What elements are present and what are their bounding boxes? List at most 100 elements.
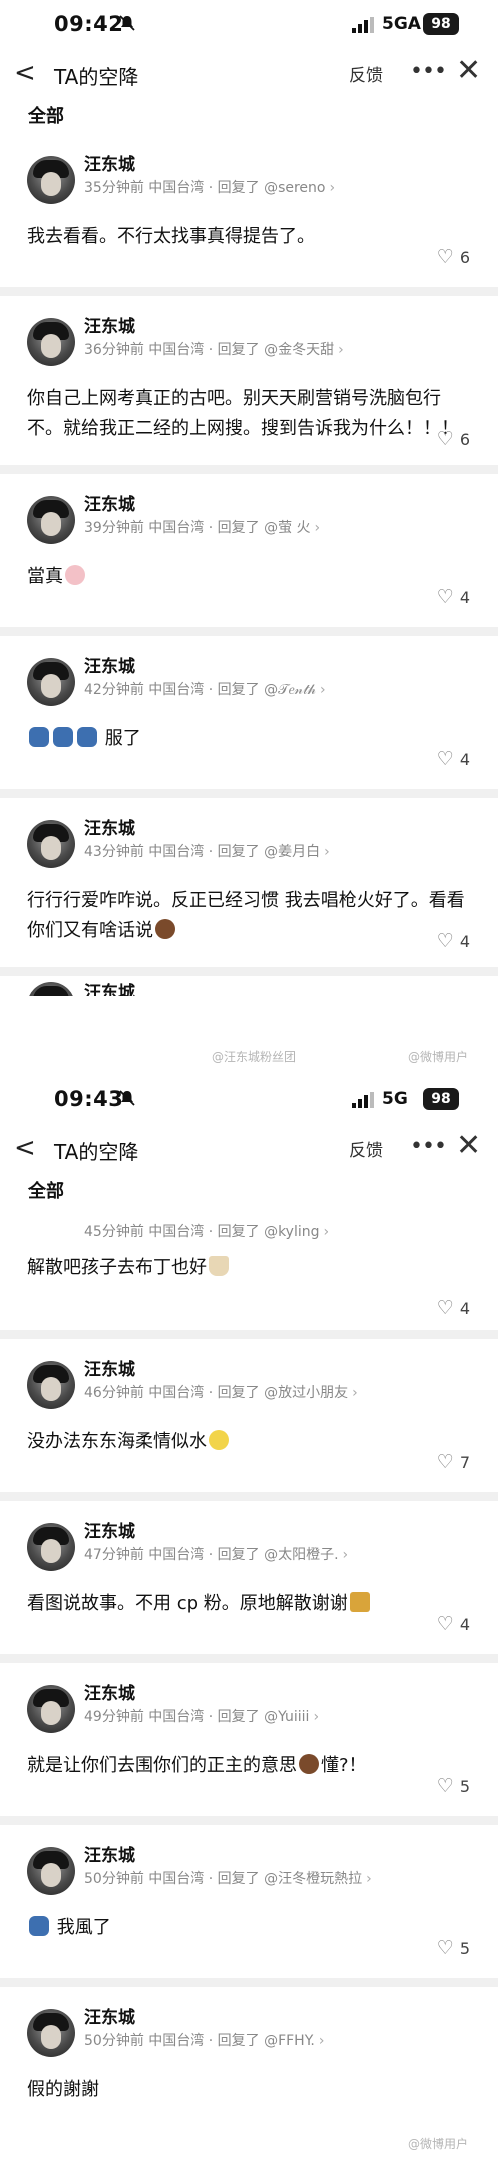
page-title: TA的空降 bbox=[54, 65, 139, 89]
like-button[interactable]: ♡ 5 bbox=[437, 1937, 470, 1959]
comment-card[interactable]: 汪东城 47分钟前 中国台湾 · 回复了 @太阳橙子. › 看图说故事。不用 cp… bbox=[0, 1501, 498, 1663]
comment-meta: 35分钟前 中国台湾 · 回复了 @sereno › bbox=[84, 180, 336, 196]
heart-icon: ♡ bbox=[436, 1775, 454, 1797]
like-count: 6 bbox=[459, 248, 470, 267]
heart-icon: ♡ bbox=[436, 246, 454, 268]
tab-all[interactable]: 全部 bbox=[28, 1177, 64, 1203]
comment-meta: 36分钟前 中国台湾 · 回复了 @金冬天甜 › bbox=[84, 342, 344, 358]
chevron-right-icon: › bbox=[323, 1224, 330, 1240]
commenter-name[interactable]: 汪东城 bbox=[84, 490, 135, 515]
comment-card[interactable]: 汪东城 50分钟前 中国台湾 · 回复了 @汪冬橙玩熱拉 › 我風了 ♡ 5 bbox=[0, 1825, 498, 1987]
commenter-name[interactable]: 汪东城 bbox=[84, 1679, 135, 1704]
heart-icon: ♡ bbox=[436, 930, 454, 952]
divider bbox=[0, 627, 498, 636]
chevron-right-icon: › bbox=[313, 1709, 320, 1725]
commenter-name[interactable]: 汪东城 bbox=[84, 1517, 135, 1542]
commenter-name[interactable]: 汪东城 bbox=[84, 814, 135, 839]
more-icon[interactable]: ••• bbox=[410, 61, 447, 83]
avatar[interactable] bbox=[27, 1523, 75, 1571]
like-button[interactable]: ♡ 4 bbox=[437, 586, 470, 608]
comment-card[interactable]: 汪东城 46分钟前 中国台湾 · 回复了 @放过小朋友 › 没办法东东海柔情似水 … bbox=[0, 1339, 498, 1501]
commenter-name[interactable]: 汪东城 bbox=[84, 2003, 135, 2028]
comment-text: 我風了 bbox=[27, 1913, 475, 1943]
comment-meta: 42分钟前 中国台湾 · 回复了 @𝒯𝑒𝓃𝓉𝒽 › bbox=[84, 682, 326, 698]
commenter-name[interactable]: 汪东城 bbox=[84, 312, 135, 337]
signal-icon bbox=[352, 17, 374, 33]
divider bbox=[0, 1654, 498, 1663]
comment-meta: 50分钟前 中国台湾 · 回复了 @FFHY. › bbox=[84, 2033, 325, 2049]
like-button[interactable]: ♡ 5 bbox=[437, 1775, 470, 1797]
comment-card[interactable]: 汪东城 43分钟前 中国台湾 · 回复了 @姜月白 › 行行行爱咋咋说。反正已经习… bbox=[0, 798, 498, 976]
divider bbox=[0, 967, 498, 976]
like-count: 4 bbox=[459, 750, 470, 769]
comment-card[interactable]: 45分钟前 中国台湾 · 回复了 @kyling › 解散吧孩子去布丁也好 ♡ 4 bbox=[0, 1209, 498, 1339]
divider bbox=[0, 1816, 498, 1825]
chevron-right-icon: › bbox=[342, 1547, 349, 1563]
screen-1: 09:42 5GA 98 < TA的空降 反馈 ••• ✕ 全部 汪东城 35分… bbox=[0, 0, 498, 1075]
commenter-name[interactable]: 汪东城 bbox=[84, 978, 135, 996]
avatar[interactable] bbox=[27, 658, 75, 706]
like-button[interactable]: ♡ 6 bbox=[437, 246, 470, 268]
feedback-button[interactable]: 反馈 bbox=[349, 1136, 383, 1161]
avatar[interactable] bbox=[27, 982, 75, 996]
avatar[interactable] bbox=[27, 156, 75, 204]
divider bbox=[0, 1978, 498, 1987]
avatar[interactable] bbox=[27, 318, 75, 366]
like-button[interactable]: ♡ 6 bbox=[437, 428, 470, 450]
coffee-emoji-icon bbox=[209, 1256, 229, 1276]
chevron-right-icon: › bbox=[338, 342, 344, 358]
heart-icon: ♡ bbox=[436, 428, 454, 450]
comment-list: 45分钟前 中国台湾 · 回复了 @kyling › 解散吧孩子去布丁也好 ♡ 4 … bbox=[0, 1209, 498, 2127]
status-time: 09:43 bbox=[54, 1087, 124, 1111]
commenter-name[interactable]: 汪东城 bbox=[84, 1355, 135, 1380]
avatar[interactable] bbox=[27, 496, 75, 544]
comment-meta: 47分钟前 中国台湾 · 回复了 @太阳橙子. › bbox=[84, 1547, 349, 1563]
chevron-right-icon: › bbox=[366, 1871, 372, 1887]
comment-meta: 49分钟前 中国台湾 · 回复了 @Yuiiii › bbox=[84, 1709, 320, 1725]
comment-card-partial[interactable]: 汪东城 bbox=[0, 976, 498, 996]
avatar[interactable] bbox=[27, 2009, 75, 2057]
divider bbox=[0, 287, 498, 296]
comment-card[interactable]: 汪东城 35分钟前 中国台湾 · 回复了 @sereno › 我去看看。不行太找事… bbox=[0, 134, 498, 296]
close-icon[interactable]: ✕ bbox=[456, 56, 481, 86]
battery-indicator: 98 bbox=[423, 1088, 459, 1110]
watermark: @汪东城粉丝团 bbox=[212, 1050, 297, 1064]
chevron-right-icon: › bbox=[318, 2033, 325, 2049]
comment-card[interactable]: 汪东城 49分钟前 中国台湾 · 回复了 @Yuiiii › 就是让你们去围你们的… bbox=[0, 1663, 498, 1825]
bell-muted-icon bbox=[119, 1090, 135, 1106]
chevron-right-icon: › bbox=[319, 682, 326, 698]
like-button[interactable]: ♡ 4 bbox=[437, 1297, 470, 1319]
like-count: 7 bbox=[459, 1453, 470, 1472]
chevron-right-icon: › bbox=[329, 180, 336, 196]
commenter-name[interactable]: 汪东城 bbox=[84, 652, 135, 677]
like-button[interactable]: ♡ 4 bbox=[437, 930, 470, 952]
close-icon[interactable]: ✕ bbox=[456, 1131, 481, 1161]
scared-emoji-icon bbox=[29, 1916, 49, 1936]
like-button[interactable]: ♡ 4 bbox=[437, 748, 470, 770]
comment-text: 没办法东东海柔情似水 bbox=[27, 1427, 475, 1457]
avatar[interactable] bbox=[27, 1847, 75, 1895]
divider bbox=[0, 1330, 498, 1339]
comment-card[interactable]: 汪东城 39分钟前 中国台湾 · 回复了 @萤 火 › 當真 ♡ 4 bbox=[0, 474, 498, 636]
feedback-button[interactable]: 反馈 bbox=[349, 61, 383, 86]
comment-list: 汪东城 35分钟前 中国台湾 · 回复了 @sereno › 我去看看。不行太找事… bbox=[0, 134, 498, 996]
comment-card[interactable]: 汪东城 36分钟前 中国台湾 · 回复了 @金冬天甜 › 你自己上网考真正的古吧。… bbox=[0, 296, 498, 474]
comment-card[interactable]: 汪东城 50分钟前 中国台湾 · 回复了 @FFHY. › 假的謝謝 bbox=[0, 1987, 498, 2127]
like-button[interactable]: ♡ 4 bbox=[437, 1613, 470, 1635]
comment-card[interactable]: 汪东城 42分钟前 中国台湾 · 回复了 @𝒯𝑒𝓃𝓉𝒽 › 服了 ♡ 4 bbox=[0, 636, 498, 798]
comment-text: 就是让你们去围你们的正主的意思 懂?！ bbox=[27, 1754, 367, 1776]
comment-meta: 43分钟前 中国台湾 · 回复了 @姜月白 › bbox=[84, 844, 330, 860]
divider bbox=[0, 789, 498, 798]
tab-all[interactable]: 全部 bbox=[28, 102, 64, 128]
avatar[interactable] bbox=[27, 1361, 75, 1409]
heart-icon: ♡ bbox=[436, 748, 454, 770]
avatar[interactable] bbox=[27, 820, 75, 868]
heart-icon: ♡ bbox=[436, 586, 454, 608]
commenter-name[interactable]: 汪东城 bbox=[84, 150, 135, 175]
avatar[interactable] bbox=[27, 1685, 75, 1733]
back-arrow-icon[interactable]: < bbox=[14, 60, 36, 86]
more-icon[interactable]: ••• bbox=[410, 1136, 447, 1158]
commenter-name[interactable]: 汪东城 bbox=[84, 1841, 135, 1866]
like-button[interactable]: ♡ 7 bbox=[437, 1451, 470, 1473]
back-arrow-icon[interactable]: < bbox=[14, 1135, 36, 1161]
